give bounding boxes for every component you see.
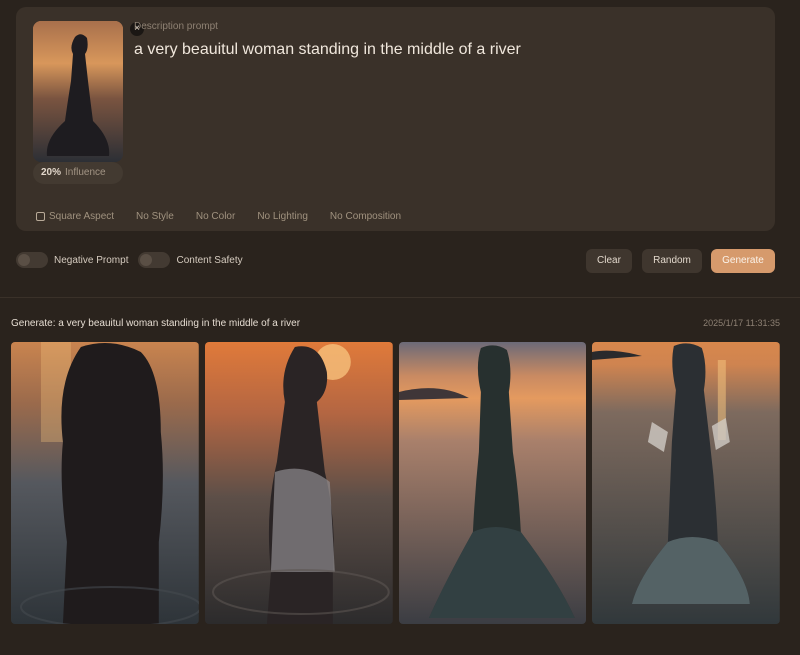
generated-image-3[interactable] <box>398 342 587 624</box>
result-title: Generate: a very beauitul woman standing… <box>11 318 301 329</box>
toggle-knob <box>140 254 153 266</box>
no-composition-option[interactable]: No Composition <box>330 211 401 222</box>
content-safety-label: Content Safety <box>176 254 243 266</box>
no-style-option[interactable]: No Style <box>136 211 174 222</box>
square-aspect-label: Square Aspect <box>49 211 115 222</box>
square-aspect-checkbox[interactable] <box>36 212 45 221</box>
prompt-panel: × 20% Influence Description prompt a very… <box>16 7 775 231</box>
options-row: Square Aspect No Style No Color No Light… <box>36 211 423 222</box>
section-divider <box>0 297 800 298</box>
generated-image-4[interactable] <box>592 342 780 624</box>
square-aspect-option[interactable]: Square Aspect <box>36 211 114 222</box>
toggle-knob <box>18 254 30 266</box>
content-safety-toggle[interactable] <box>138 252 171 268</box>
description-prompt-input[interactable]: a very beauitul woman standing in the mi… <box>134 41 521 59</box>
random-button[interactable]: Random <box>642 249 702 273</box>
toggle-row: Negative Prompt Content Safety <box>16 252 253 268</box>
negative-prompt-toggle[interactable] <box>16 252 48 268</box>
influence-percent: 20% <box>41 167 62 178</box>
generated-image-1[interactable] <box>11 342 199 624</box>
reference-image[interactable] <box>33 21 123 162</box>
result-image-grid <box>11 342 780 624</box>
description-label: Description prompt <box>134 21 218 32</box>
influence-pill[interactable]: 20% Influence <box>33 162 123 184</box>
clear-button[interactable]: Clear <box>586 249 632 273</box>
generate-button[interactable]: Generate <box>711 249 775 273</box>
influence-label: Influence <box>65 167 106 178</box>
negative-prompt-label: Negative Prompt <box>54 254 129 266</box>
result-timestamp: 2025/1/17 11:31:35 <box>703 318 780 328</box>
no-lighting-option[interactable]: No Lighting <box>257 211 308 222</box>
generated-image-2[interactable] <box>204 342 393 624</box>
no-color-option[interactable]: No Color <box>196 211 235 222</box>
